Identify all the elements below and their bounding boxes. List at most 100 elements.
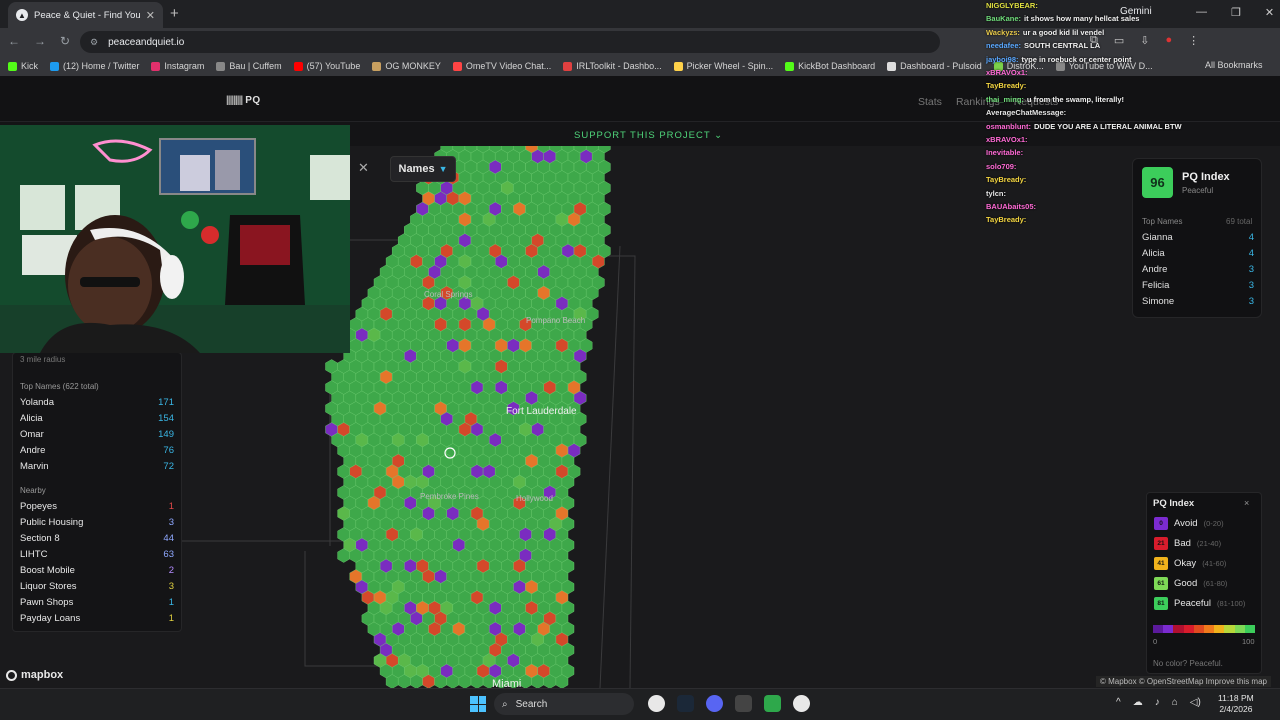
list-item[interactable]: Section 8 44	[20, 533, 174, 544]
mic-icon[interactable]: ♪	[1155, 697, 1160, 708]
site-logo[interactable]: ||||||||| PQ	[226, 95, 261, 106]
list-item[interactable]: Gianna 4	[1142, 232, 1254, 243]
legend-label: Good	[1174, 578, 1198, 589]
webcam-overlay	[0, 125, 350, 353]
list-item[interactable]: LIHTC 63	[20, 549, 174, 560]
list-item[interactable]: Yolanda 171	[20, 397, 174, 408]
discord-app-icon[interactable]	[706, 695, 723, 712]
close-panel-icon[interactable]: ✕	[358, 160, 369, 176]
chat-message: Wackyzs: ur a good kid lil vendel	[986, 28, 1104, 37]
minimize-icon[interactable]: —	[1196, 6, 1207, 19]
bookmark-favicon-icon	[785, 61, 795, 71]
chat-message: osmanblunt: DUDE YOU ARE A LITERAL ANIMAL…	[986, 122, 1182, 131]
bookmark-item[interactable]: KickBot Dashboard	[785, 61, 875, 71]
item-name: Omar	[20, 429, 44, 440]
volume-icon[interactable]: ◁)	[1190, 697, 1201, 708]
list-item[interactable]: Payday Loans 1	[20, 613, 174, 624]
network-icon[interactable]: ⌂	[1172, 697, 1178, 708]
item-name: Yolanda	[20, 397, 54, 408]
list-item[interactable]: Pawn Shops 1	[20, 597, 174, 608]
legend-range: (41-60)	[1202, 559, 1227, 568]
forward-icon[interactable]: →	[34, 34, 46, 48]
window-close-icon[interactable]: ✕	[1265, 6, 1274, 19]
legend-close-icon[interactable]: ×	[1244, 498, 1249, 508]
bookmark-item[interactable]: (57) YouTube	[293, 61, 360, 71]
address-bar[interactable]: ⚙ peaceandquiet.io	[80, 31, 940, 53]
browser-tab[interactable]: ▲ Peace & Quiet - Find Your Quiet ✕	[8, 2, 163, 28]
chrome-app-icon[interactable]	[648, 695, 665, 712]
legend-range: (21-40)	[1196, 539, 1222, 548]
list-item[interactable]: Alicia 4	[1142, 248, 1254, 259]
chat-username: Inevitable:	[986, 148, 1024, 158]
list-item[interactable]: Simone 3	[1142, 296, 1254, 307]
cloud-icon[interactable]: ☁	[1133, 697, 1143, 708]
tab-close-icon[interactable]: ✕	[146, 9, 155, 22]
chat-text: DUDE YOU ARE A LITERAL ANIMAL BTW	[1034, 121, 1182, 131]
profile-icon[interactable]: ●	[1165, 34, 1172, 47]
sidepanel-icon[interactable]: ▭	[1114, 34, 1124, 47]
all-bookmarks-button[interactable]: All Bookmarks	[1205, 60, 1263, 70]
bookmark-label: KickBot Dashboard	[798, 61, 876, 71]
back-icon[interactable]: ←	[8, 34, 20, 48]
app-green-icon[interactable]	[764, 695, 781, 712]
chat-username: needafee:	[986, 41, 1022, 51]
chat-message: BAUAbaits05:	[986, 202, 1039, 211]
maximize-icon[interactable]: ❐	[1231, 6, 1241, 19]
bookmark-favicon-icon	[216, 61, 226, 71]
list-item[interactable]: Omar 149	[20, 429, 174, 440]
item-name: Pawn Shops	[20, 597, 74, 608]
item-count: 4	[1248, 232, 1254, 243]
list-item[interactable]: Alicia 154	[20, 413, 174, 424]
bookmark-item[interactable]: Kick	[8, 61, 38, 71]
bookmark-item[interactable]: IRLToolkit - Dashbo...	[563, 61, 662, 71]
bookmark-item[interactable]: Instagram	[151, 61, 204, 71]
bookmark-item[interactable]: Picker Wheel - Spin...	[673, 61, 773, 71]
support-project-link[interactable]: SUPPORT THIS PROJECT ⌄	[574, 130, 723, 141]
list-item[interactable]: Felicia 3	[1142, 280, 1254, 291]
list-item[interactable]: Andre 3	[1142, 264, 1254, 275]
pq-top-names-title: Top Names	[1142, 217, 1183, 226]
names-dropdown-button[interactable]: Names ▼	[390, 156, 456, 182]
downloads-icon[interactable]: ⇩	[1140, 34, 1149, 47]
item-name: Public Housing	[20, 517, 84, 528]
chat-message: TayBready:	[986, 81, 1029, 90]
legend-title: PQ Index	[1153, 498, 1195, 509]
item-count: 3	[168, 581, 174, 592]
list-item[interactable]: Public Housing 3	[20, 517, 174, 528]
app-icon[interactable]	[735, 695, 752, 712]
bookmark-item[interactable]: OG MONKEY	[372, 61, 441, 71]
item-count: 149	[158, 429, 174, 440]
list-item[interactable]: Boost Mobile 2	[20, 565, 174, 576]
list-item[interactable]: Marvin 72	[20, 461, 174, 472]
steam-app-icon[interactable]	[677, 695, 694, 712]
system-tray: ^ ☁ ♪ ⌂ ◁)	[1116, 697, 1201, 708]
chat-username: TayBready:	[986, 81, 1027, 91]
site-info-icon[interactable]: ⚙	[90, 37, 98, 48]
clock-time: 11:18 PM	[1218, 693, 1254, 703]
nav-stats[interactable]: Stats	[918, 96, 942, 108]
chat-message: solo709:	[986, 162, 1019, 171]
taskbar-search[interactable]: ⌕ Search	[494, 693, 634, 715]
list-item[interactable]: Liquor Stores 3	[20, 581, 174, 592]
taskbar-clock[interactable]: 11:18 PM 2/4/2026	[1218, 693, 1254, 715]
chat-message: TayBready:	[986, 215, 1029, 224]
list-item[interactable]: Andre 76	[20, 445, 174, 456]
item-count: 1	[168, 501, 174, 512]
bookmark-item[interactable]: Bau | Cuffem	[216, 61, 282, 71]
chat-username: xBRAVOx1:	[986, 68, 1028, 77]
tray-chevron-icon[interactable]: ^	[1116, 697, 1121, 708]
map-label-hollywood: Hollywood	[516, 494, 553, 503]
mapbox-icon	[6, 669, 17, 681]
map-attribution[interactable]: © Mapbox © OpenStreetMap Improve this ma…	[1096, 676, 1271, 687]
menu-icon[interactable]: ⋮	[1188, 34, 1199, 47]
list-item[interactable]: Popeyes 1	[20, 501, 174, 512]
legend-swatch: 0	[1154, 517, 1168, 530]
bookmark-item[interactable]: Dashboard - Pulsoid	[887, 61, 982, 71]
bookmark-item[interactable]: OmeTV Video Chat...	[452, 61, 551, 71]
windows-start-icon[interactable]	[470, 696, 486, 712]
bookmark-item[interactable]: (12) Home / Twitter	[50, 61, 139, 71]
chrome-app-icon-2[interactable]	[793, 695, 810, 712]
reload-icon[interactable]: ↻	[60, 34, 70, 48]
item-count: 1	[168, 597, 174, 608]
new-tab-icon[interactable]: +	[170, 5, 179, 22]
